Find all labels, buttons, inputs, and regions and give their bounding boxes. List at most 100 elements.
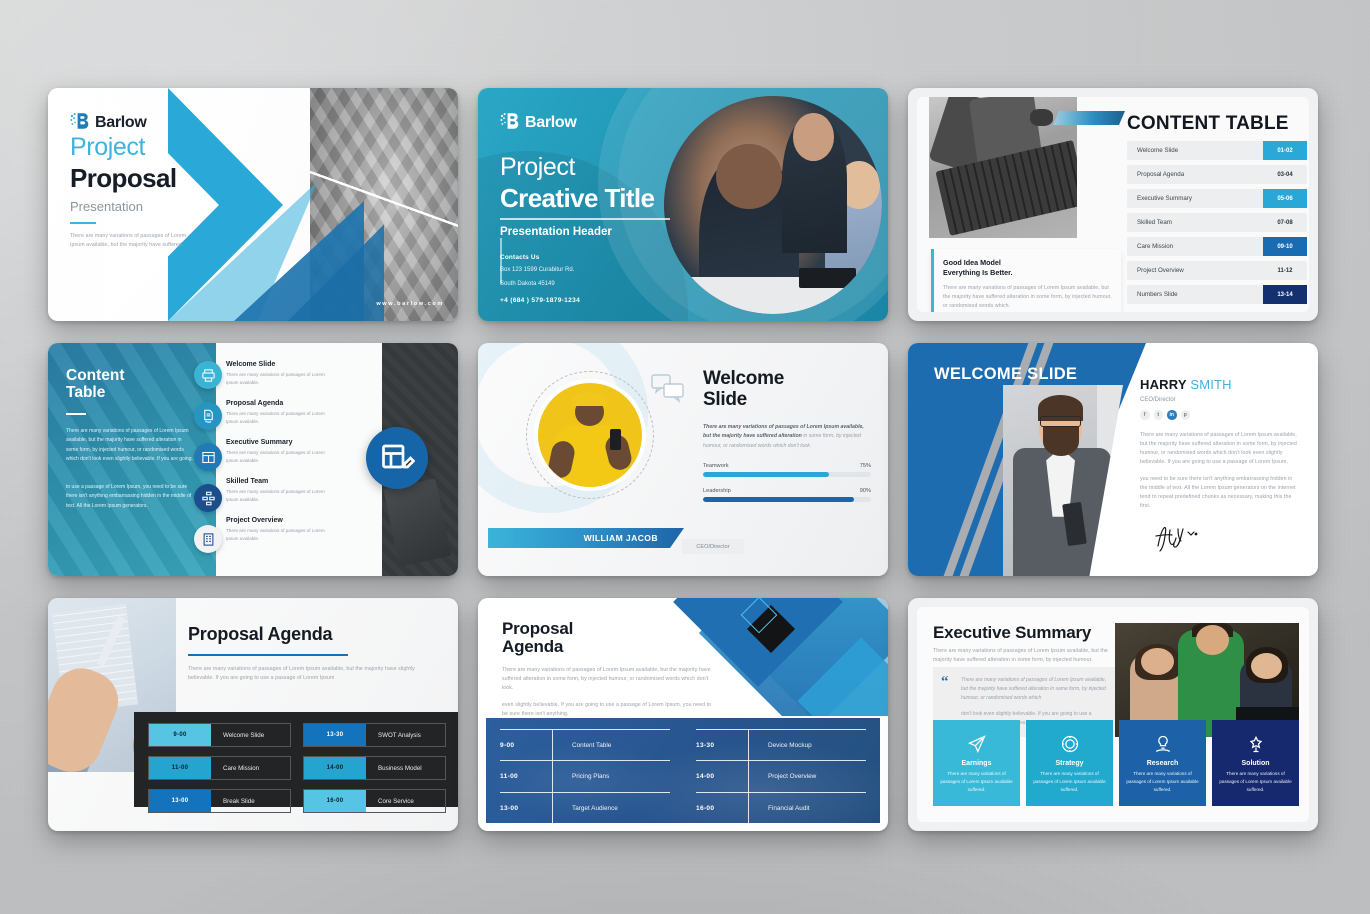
item-title: Welcome Slide <box>226 361 276 368</box>
slide-executive-summary[interactable]: Executive Summary There are many variati… <box>908 598 1318 831</box>
row-pages: 03-04 <box>1277 171 1293 178</box>
item-desc: There are many variations of passages of… <box>226 528 325 542</box>
signature <box>1152 520 1212 554</box>
slide2-content: Barlow Project Creative Title Presentati… <box>478 88 693 321</box>
card-desc: There are many variations of passages of… <box>1126 771 1199 792</box>
linkedin-icon[interactable]: in <box>1167 410 1177 420</box>
twitter-icon[interactable]: t <box>1153 410 1163 420</box>
slide6-body: There are many variations of passages of… <box>1140 431 1300 512</box>
title-underline <box>500 218 670 220</box>
slide-creative-title[interactable]: Barlow Project Creative Title Presentati… <box>478 88 888 321</box>
list-item[interactable]: Executive Summary There are many variati… <box>226 439 386 465</box>
slide-content-table-light[interactable]: CONTENT TABLE Welcome Slide 01-02 Propos… <box>908 88 1318 321</box>
person-name-banner: WILLIAM JACOB <box>488 528 684 548</box>
agenda-item[interactable]: 11-00 Care Mission <box>148 756 291 780</box>
chat-bubble-icon <box>650 373 686 403</box>
slide7-header: Proposal Agenda There are many variation… <box>188 624 436 683</box>
paragraph-2: you need to be sure there isn't anything… <box>1140 475 1296 510</box>
agenda-label: Break Slide <box>223 797 255 805</box>
list-item[interactable]: Skilled Team There are many variations o… <box>226 478 386 504</box>
card-solution[interactable]: Solution There are many variations of pa… <box>1212 720 1299 806</box>
item-title: Project Overview <box>226 517 283 525</box>
agenda-row[interactable]: 9-00 Content Table <box>500 729 670 761</box>
slide-proposal-agenda-dark[interactable]: Proposal Agenda There are many variation… <box>48 598 458 831</box>
brand-name: Barlow <box>525 113 577 131</box>
agenda-row[interactable]: 14-00 Project Overview <box>696 760 866 793</box>
progress-track <box>703 496 871 502</box>
list-item[interactable]: Project Overview There are many variatio… <box>226 517 386 543</box>
agenda-label: Business Model <box>378 764 422 772</box>
row-label: Project Overview <box>1137 267 1184 274</box>
slide4-title: Content Table <box>66 367 125 402</box>
divider <box>188 654 348 656</box>
skill-label: Teamwork <box>703 462 729 469</box>
slide-proposal-agenda-blue[interactable]: Proposal Agenda There are many variation… <box>478 598 888 831</box>
table-row[interactable]: Executive Summary 05-06 <box>1127 189 1307 208</box>
person-role: CEO/Director <box>1140 397 1176 403</box>
slide-project-proposal[interactable]: Barlow Project Proposal Presentation The… <box>48 88 458 321</box>
title-line-2: Agenda <box>502 637 564 657</box>
divider <box>66 413 86 415</box>
agenda-time: 13-00 <box>149 790 211 812</box>
agenda-row[interactable]: 13-00 Target Audience <box>500 792 670 823</box>
agenda-time: 11-00 <box>500 773 519 780</box>
pinterest-icon[interactable]: p <box>1180 410 1190 420</box>
card-title: Earnings <box>961 760 992 768</box>
idea-note-card: Good Idea Model Everything Is Better. Th… <box>931 249 1121 312</box>
table-row[interactable]: Proposal Agenda 03-04 <box>1127 165 1307 184</box>
agenda-row[interactable]: 11-00 Pricing Plans <box>500 760 670 793</box>
slide7-body: There are many variations of passages of… <box>188 665 415 681</box>
card-research[interactable]: Research There are many variations of pa… <box>1119 720 1206 806</box>
row-label: Proposal Agenda <box>1137 171 1185 178</box>
slide-welcome-william[interactable]: WILLIAM JACOB CEO/Director Welcome Slide… <box>478 343 888 576</box>
agenda-item[interactable]: 16-00 Core Service <box>303 789 446 813</box>
skill-leadership: Leadership 90% <box>703 488 871 502</box>
agenda-label: Target Audience <box>572 805 618 812</box>
table-row[interactable]: Project Overview 11-12 <box>1127 261 1307 280</box>
slide-content-table-teal[interactable]: Content Table There are many variations … <box>48 343 458 576</box>
card-earnings[interactable]: Earnings There are many variations of pa… <box>933 720 1020 806</box>
item-title: Executive Summary <box>226 439 293 447</box>
agenda-column-right: 13-30 Device Mockup 14-00 Project Overvi… <box>696 729 866 823</box>
card-desc: There are many variations of passages of… <box>1219 771 1292 792</box>
slide2-heading: Project Creative Title Presentation Head… <box>500 153 693 238</box>
name-last: SMITH <box>1190 377 1232 392</box>
org-chart-icon <box>194 484 222 512</box>
table-row[interactable]: Care Mission 09-10 <box>1127 237 1307 256</box>
list-item[interactable]: Welcome Slide There are many variations … <box>226 361 386 387</box>
list-item[interactable]: Proposal Agenda There are many variation… <box>226 400 386 426</box>
slide1-title-bold: Proposal <box>70 163 177 193</box>
facebook-icon[interactable]: f <box>1140 410 1150 420</box>
card-title: Strategy <box>1055 760 1084 768</box>
table-row[interactable]: Numbers Slide 13-14 <box>1127 285 1307 304</box>
avatar <box>538 383 642 487</box>
row-pages: 01-02 <box>1263 141 1307 160</box>
slide2-subtitle: Presentation Header <box>500 225 612 238</box>
agenda-item[interactable]: 13-30 SWOT Analysis <box>303 723 446 747</box>
note-body: There are many variations of passages of… <box>943 284 1112 310</box>
target-coin-icon <box>1060 732 1080 756</box>
slide-welcome-harry[interactable]: WELCOME SLIDE HARRY SMITH CEO/Director f… <box>908 343 1318 576</box>
agenda-item[interactable]: 9-00 Welcome Slide <box>148 723 291 747</box>
slide4-paragraph-2: to use a passage of Lorem Ipsum, you nee… <box>66 484 192 509</box>
item-title: Proposal Agenda <box>226 400 284 408</box>
card-title: Research <box>1146 760 1179 768</box>
agenda-item[interactable]: 14-00 Business Model <box>303 756 446 780</box>
contacts-heading: Contacts Us <box>500 253 540 261</box>
table-row[interactable]: Skilled Team 07-08 <box>1127 213 1307 232</box>
agenda-item[interactable]: 13-00 Break Slide <box>148 789 291 813</box>
card-desc: There are many variations of passages of… <box>940 771 1013 792</box>
slide1-heading: Project Proposal Presentation <box>70 133 244 214</box>
progress-track <box>703 471 871 477</box>
paragraph-1: There are many variations of passages of… <box>502 666 711 691</box>
card-strategy[interactable]: Strategy There are many variations of pa… <box>1026 720 1113 806</box>
slide4-items: Welcome Slide There are many variations … <box>226 361 386 556</box>
agenda-row[interactable]: 16-00 Financial Audit <box>696 792 866 823</box>
slide5-body: There are many variations of passages of… <box>703 423 871 452</box>
brand-name: Barlow <box>95 113 147 131</box>
row-label: Executive Summary <box>1137 195 1193 202</box>
slide2-title-bold: Creative Title <box>500 183 655 213</box>
row-pages: 09-10 <box>1263 237 1307 256</box>
table-row[interactable]: Welcome Slide 01-02 <box>1127 141 1307 160</box>
agenda-row[interactable]: 13-30 Device Mockup <box>696 729 866 761</box>
